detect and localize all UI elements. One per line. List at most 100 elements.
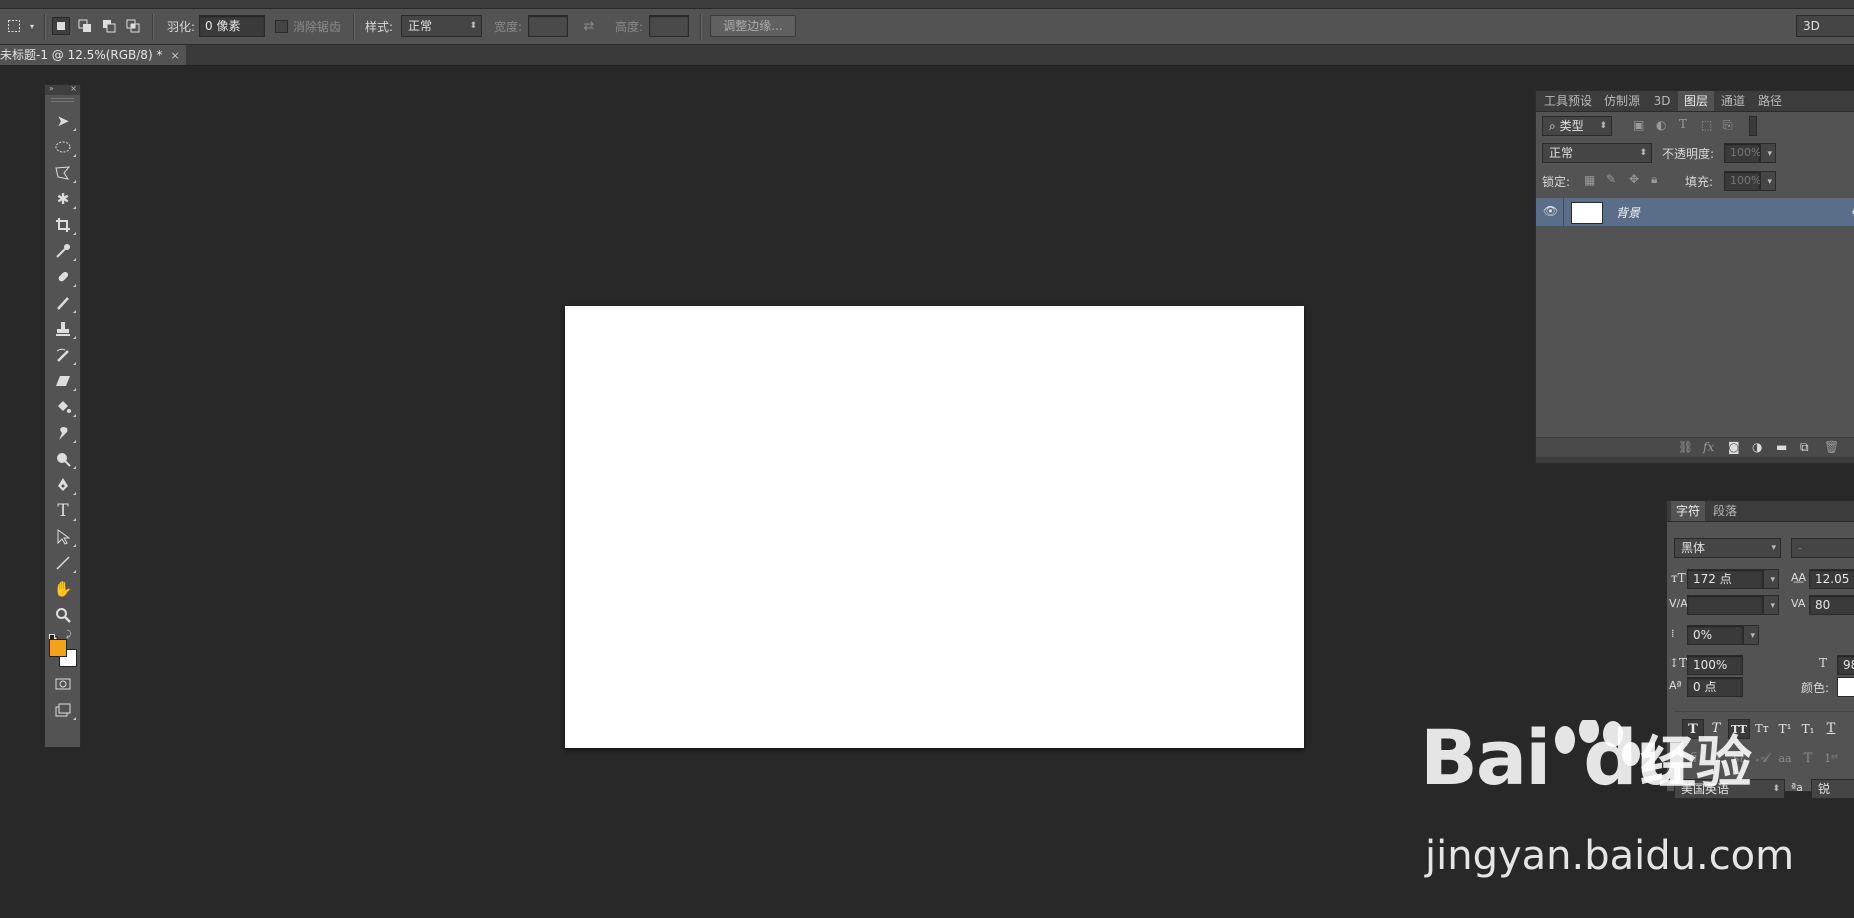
tab-paragraph[interactable]: 段落 (1707, 501, 1743, 521)
font-size-dropdown[interactable]: ▾ (1763, 569, 1779, 589)
path-selection-icon[interactable] (50, 526, 76, 548)
tab-paths[interactable]: 路径 (1752, 91, 1788, 111)
fill-dropdown[interactable]: ▾ (1760, 171, 1776, 191)
hand-icon[interactable]: ✋ (50, 578, 76, 600)
tsume-input[interactable]: 0% (1687, 625, 1743, 645)
swap-arrows-icon[interactable]: ⇄ (580, 17, 598, 35)
lock-all-icon[interactable]: 🔒︎ (1651, 172, 1657, 187)
intersect-selection-icon[interactable] (124, 17, 142, 35)
antialias-checkbox[interactable] (275, 20, 288, 33)
zoom-icon[interactable] (50, 604, 76, 626)
add-selection-icon[interactable] (76, 17, 94, 35)
line-tool-icon[interactable] (50, 552, 76, 574)
clone-stamp-icon[interactable] (50, 318, 76, 340)
small-caps-button[interactable]: Tт (1751, 719, 1773, 739)
tab-character[interactable]: 字符 (1671, 501, 1705, 521)
filter-kind-select[interactable]: ⌕ 类型 ⬍ (1542, 116, 1612, 136)
expand-icon[interactable]: » (49, 84, 54, 93)
add-mask-icon[interactable]: ◙ (1728, 440, 1740, 454)
crop-icon[interactable] (50, 214, 76, 236)
subtract-selection-icon[interactable] (100, 17, 118, 35)
healing-brush-icon[interactable] (50, 266, 76, 288)
lock-transparency-icon[interactable]: ▦ (1584, 173, 1595, 187)
type-tool-icon[interactable]: T (50, 500, 76, 522)
workspace-select[interactable]: 3D (1796, 15, 1854, 37)
subscript-button[interactable]: T₁ (1797, 719, 1819, 739)
kerning-input[interactable] (1687, 595, 1763, 615)
font-style-select[interactable]: - (1791, 538, 1854, 558)
opacity-input[interactable]: 100% (1724, 143, 1761, 163)
titling-alternates-button[interactable]: T (1797, 749, 1819, 769)
brush-icon[interactable] (50, 292, 76, 314)
filter-toggle[interactable] (1749, 116, 1757, 136)
tab-channels[interactable]: 通道 (1715, 91, 1751, 111)
tab-tool-presets[interactable]: 工具预设 (1539, 91, 1597, 111)
magic-wand-icon[interactable]: ✱ (50, 188, 76, 210)
visibility-eye-icon[interactable]: 👁︎ (1543, 204, 1558, 218)
antialias-method-select[interactable]: 锐 (1811, 779, 1854, 799)
new-selection-icon[interactable] (52, 17, 70, 35)
grip-icon[interactable] (51, 98, 74, 102)
panel-resize-handle[interactable] (1536, 457, 1854, 463)
text-color-swatch[interactable] (1837, 677, 1854, 697)
stylistic-alternates-button[interactable]: aa (1774, 749, 1796, 769)
move-tool-icon[interactable]: ➤ (50, 110, 76, 132)
tab-clone-source[interactable]: 仿制源 (1598, 91, 1646, 111)
baseline-shift-input[interactable]: 0 点 (1687, 677, 1743, 697)
new-layer-icon[interactable]: ⧉ (1800, 440, 1809, 455)
link-layers-icon[interactable]: ⛓︎ (1678, 440, 1693, 454)
font-family-select[interactable]: 黑体 ▾ (1674, 538, 1781, 558)
blend-mode-select[interactable]: 正常 ⬍ (1542, 143, 1652, 163)
font-size-input[interactable]: 172 点 (1687, 569, 1763, 589)
dodge-icon[interactable] (50, 448, 76, 470)
pixel-filter-icon[interactable]: ▣ (1633, 118, 1644, 132)
type-filter-icon[interactable]: T (1679, 117, 1687, 131)
leading-input[interactable]: 12.05 点 (1809, 569, 1854, 589)
width-input[interactable] (528, 15, 568, 37)
smudge-icon[interactable] (50, 422, 76, 444)
vertical-scale-input[interactable]: 100% (1687, 655, 1743, 675)
fill-input[interactable]: 100% (1724, 171, 1761, 191)
close-icon[interactable]: × (170, 49, 179, 62)
rect-marquee-preset-icon[interactable] (5, 17, 23, 35)
lock-position-icon[interactable]: ✥ (1629, 172, 1639, 186)
underline-button[interactable]: T (1820, 719, 1842, 739)
preset-dropdown-icon[interactable]: ▾ (23, 17, 41, 35)
adjustment-filter-icon[interactable]: ◐ (1656, 118, 1666, 132)
lock-pixels-icon[interactable]: ✎ (1606, 172, 1616, 186)
layer-row-background[interactable]: 👁︎ 背景 🔒︎ (1536, 198, 1854, 226)
polygonal-lasso-icon[interactable] (50, 162, 76, 184)
feather-input[interactable]: 0 像素 (199, 15, 265, 37)
ordinals-button[interactable]: 1ˢᵗ (1820, 749, 1842, 769)
delete-layer-icon[interactable]: 🗑︎ (1824, 440, 1839, 454)
shape-filter-icon[interactable]: ⬚ (1701, 118, 1712, 132)
elliptical-marquee-icon[interactable] (50, 136, 76, 158)
superscript-button[interactable]: T¹ (1774, 719, 1796, 739)
kerning-dropdown[interactable]: ▾ (1763, 595, 1779, 615)
fx-icon[interactable]: fx (1703, 440, 1714, 454)
foreground-color-swatch[interactable] (49, 639, 67, 657)
screen-mode-icon[interactable] (50, 699, 76, 721)
horizontal-scale-input[interactable]: 98% (1837, 655, 1854, 675)
pen-icon[interactable] (50, 474, 76, 496)
tab-layers[interactable]: 图层 (1678, 91, 1714, 111)
tracking-input[interactable]: 80 (1809, 595, 1854, 615)
new-group-icon[interactable]: ▬ (1776, 440, 1787, 454)
eraser-icon[interactable] (50, 370, 76, 392)
tab-3d[interactable]: 3D (1647, 91, 1677, 111)
layer-name[interactable]: 背景 (1616, 204, 1640, 221)
paint-bucket-icon[interactable] (50, 396, 76, 418)
history-brush-icon[interactable] (50, 344, 76, 366)
document-canvas[interactable] (565, 306, 1304, 748)
close-icon[interactable]: × (70, 84, 77, 93)
quick-mask-icon[interactable] (50, 673, 76, 695)
document-tab[interactable]: 未标题-1 @ 12.5%(RGB/8) * × (0, 45, 186, 65)
toolbox-header[interactable]: » × (45, 84, 80, 95)
eyedropper-icon[interactable] (50, 240, 76, 262)
tsume-dropdown[interactable]: ▾ (1743, 625, 1759, 645)
swash-button[interactable]: 𝒜 (1751, 749, 1773, 769)
style-select[interactable]: 正常 ⬍ (401, 15, 482, 37)
smart-object-filter-icon[interactable]: ⎘ (1723, 118, 1733, 133)
refine-edge-button[interactable]: 调整边缘... (710, 15, 796, 37)
opacity-dropdown[interactable]: ▾ (1760, 143, 1776, 163)
